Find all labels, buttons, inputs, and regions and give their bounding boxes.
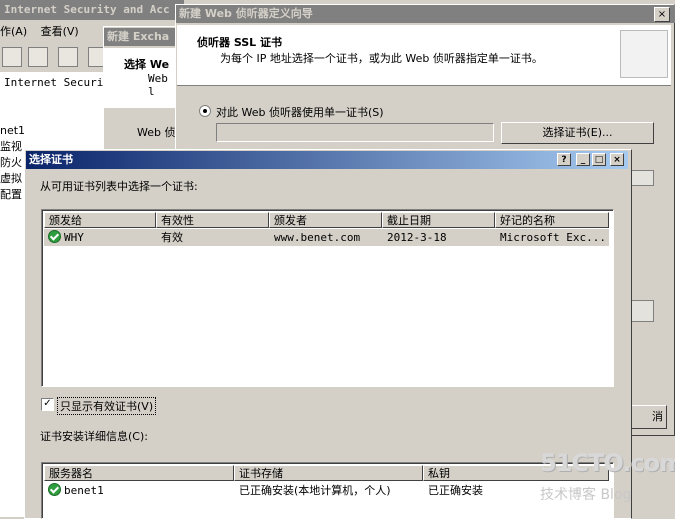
exchange-dialog-heading: 选择 We xyxy=(124,58,170,71)
wizard-button-fragment[interactable] xyxy=(630,300,654,322)
wizard-close-button[interactable]: × xyxy=(654,7,670,22)
close-button[interactable]: × xyxy=(610,153,624,166)
exchange-dialog-title: 新建 Excha xyxy=(104,28,183,46)
help-icon[interactable] xyxy=(58,47,78,67)
table-row[interactable]: WHY 有效 www.benet.com 2012-3-18 Microsoft… xyxy=(44,229,609,246)
exchange-dialog-field-label: Web 侦 xyxy=(137,126,176,139)
column-header-issued-to[interactable]: 颁发给 xyxy=(44,212,156,228)
cell-friendly-name: Microsoft Exc... xyxy=(500,231,606,244)
tree-item-monitor[interactable]: 监视 xyxy=(0,138,22,154)
cell-store: 已正确安装(本地计算机，个人) xyxy=(239,484,391,497)
wizard-subheading: 为每个 IP 地址选择一个证书，或为此 Web 侦听器指定单一证书。 xyxy=(220,52,543,65)
valid-cert-icon xyxy=(48,230,61,243)
column-header-issuer[interactable]: 颁发者 xyxy=(269,212,382,228)
valid-install-icon xyxy=(48,483,61,496)
properties-icon[interactable] xyxy=(28,47,48,67)
refresh-icon[interactable] xyxy=(88,47,104,67)
watermark-sub: 技术博客 Blog xyxy=(540,487,632,503)
select-certificate-title: 选择证书 xyxy=(26,151,628,169)
wizard-logo-icon xyxy=(620,30,668,78)
install-details-label: 证书安装详细信息(C): xyxy=(40,430,148,443)
column-header-store[interactable]: 证书存储 xyxy=(234,465,423,481)
column-header-validity[interactable]: 有效性 xyxy=(156,212,269,228)
background-window-title: Internet Security and Acc xyxy=(0,0,184,20)
cell-expiry: 2012-3-18 xyxy=(387,231,447,244)
wizard-title: 新建 Web 侦听器定义向导 xyxy=(176,5,675,23)
tree-item-vpn[interactable]: 虚拟 xyxy=(0,170,22,186)
exchange-dialog-header: 选择 We Web l xyxy=(104,48,180,108)
maximize-button[interactable]: □ xyxy=(592,153,606,166)
single-cert-radio-label[interactable]: 对此 Web 侦听器使用单一证书(S) xyxy=(216,104,384,120)
table-row[interactable]: benet1 已正确安装(本地计算机，个人) 已正确安装 xyxy=(44,482,609,499)
menu-item-action[interactable]: 作(A) xyxy=(0,25,27,38)
install-details-list[interactable]: 服务器名 证书存储 私钥 benet1 已正确安装(本地计算机，个人) 已正确安… xyxy=(41,462,614,519)
certificate-field xyxy=(216,123,494,142)
watermark-logo: 51CTO.com xyxy=(540,449,675,477)
background-toolbar xyxy=(0,44,110,70)
console-tree-icon[interactable] xyxy=(2,47,22,67)
cell-private-key: 已正确安装 xyxy=(428,484,483,497)
cell-validity: 有效 xyxy=(161,231,183,244)
tree-item-config[interactable]: 配置 xyxy=(0,186,22,202)
help-button[interactable]: ? xyxy=(557,153,571,166)
wizard-heading: 侦听器 SSL 证书 xyxy=(197,36,283,49)
column-header-server[interactable]: 服务器名 xyxy=(44,465,234,481)
select-certificate-button[interactable]: 选择证书(E)... xyxy=(501,122,654,144)
valid-only-checkbox[interactable]: ✓ xyxy=(41,398,54,411)
certificate-list[interactable]: 颁发给 有效性 颁发者 截止日期 好记的名称 WHY 有效 www.benet.… xyxy=(41,209,614,387)
cell-server: benet1 xyxy=(64,484,104,497)
column-header-expiry[interactable]: 截止日期 xyxy=(382,212,495,228)
single-cert-radio[interactable] xyxy=(199,105,211,117)
tree-item-firewall[interactable]: 防火 xyxy=(0,154,22,170)
certificate-prompt: 从可用证书列表中选择一个证书: xyxy=(40,180,198,193)
column-header-friendly-name[interactable]: 好记的名称 xyxy=(495,212,609,228)
wizard-list-fragment xyxy=(630,170,654,186)
valid-only-checkbox-label[interactable]: 只显示有效证书(V) xyxy=(57,397,157,415)
tree-item-isa[interactable]: Internet Security xyxy=(4,76,117,89)
minimize-button[interactable]: _ xyxy=(576,153,590,166)
tree-item-server[interactable]: net1 xyxy=(0,124,25,137)
menu-item-view[interactable]: 查看(V) xyxy=(41,25,79,38)
cell-issued-to: WHY xyxy=(64,231,84,244)
cell-issuer: www.benet.com xyxy=(274,231,361,244)
